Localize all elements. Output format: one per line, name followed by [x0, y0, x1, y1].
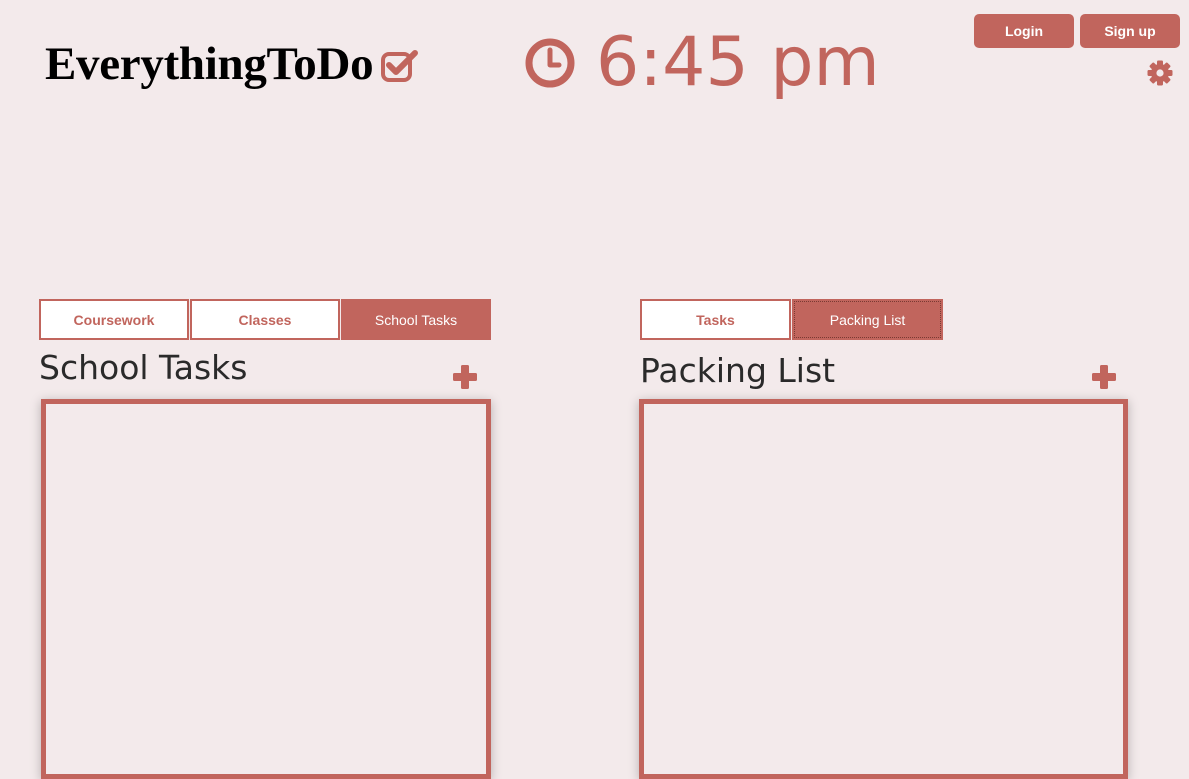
tab-school-tasks[interactable]: School Tasks	[341, 299, 491, 340]
login-button[interactable]: Login	[974, 14, 1074, 48]
check-square-icon	[381, 50, 419, 82]
signup-button[interactable]: Sign up	[1080, 14, 1180, 48]
tab-coursework[interactable]: Coursework	[39, 299, 189, 340]
school-tasks-title: School Tasks	[39, 348, 248, 387]
tab-tasks[interactable]: Tasks	[640, 299, 791, 340]
clock: 6:45 pm	[524, 24, 880, 102]
clock-time: 6:45 pm	[596, 23, 880, 102]
add-packing-item-icon[interactable]	[1091, 364, 1117, 390]
app-logo: EverythingToDo	[45, 36, 419, 92]
app-title: EverythingToDo	[45, 38, 374, 90]
clock-icon	[525, 38, 575, 88]
tab-packing-list[interactable]: Packing List	[792, 299, 943, 340]
tab-classes[interactable]: Classes	[190, 299, 340, 340]
add-school-task-icon[interactable]	[452, 364, 478, 390]
gear-icon[interactable]	[1147, 60, 1173, 86]
packing-list[interactable]	[639, 399, 1128, 779]
school-tasks-list[interactable]	[41, 399, 491, 779]
packing-list-title: Packing List	[640, 351, 836, 390]
